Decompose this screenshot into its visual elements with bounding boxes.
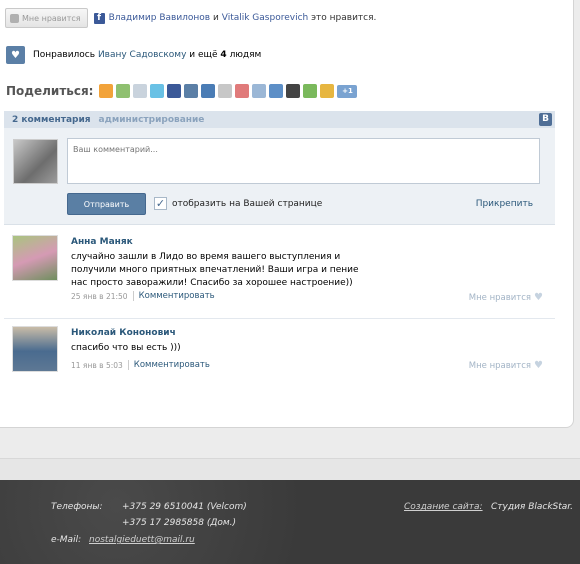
facebook-icon[interactable] <box>167 84 182 98</box>
content-card: Мне нравится f Владимир Вавилонов и Vita… <box>0 0 574 428</box>
heart-icon: ♥ <box>534 292 543 303</box>
thumbs-up-icon <box>10 13 19 23</box>
comment-like-label: Мне нравится <box>468 360 532 371</box>
meta-divider <box>127 360 129 370</box>
fb-user-link-2[interactable]: Vitalik Gasporevich <box>222 13 309 23</box>
googlebuzz-icon[interactable] <box>303 84 318 98</box>
comment-input[interactable] <box>67 138 540 184</box>
current-user-avatar <box>13 139 58 184</box>
facebook-like-text: Владимир Вавилонов и Vitalik Gasporevich… <box>109 13 377 23</box>
vk-comments-widget: 2 комментария администрирование B Отправ… <box>4 111 555 225</box>
livejournal-icon[interactable] <box>235 84 250 98</box>
comment-divider <box>4 318 555 319</box>
vk-like-user-link[interactable]: Ивану Садовскому <box>98 50 186 60</box>
liveinternet-icon[interactable] <box>252 84 267 98</box>
rss-icon[interactable] <box>99 84 114 98</box>
comment-avatar[interactable] <box>12 235 58 281</box>
vk-like-bar: ♥ Понравилось Ивану Садовскому и ещё 4 л… <box>6 46 261 64</box>
vk-like-suffix: людям <box>229 50 262 60</box>
site-footer: Телефоны: +375 29 6510041 (Velcom) +375 … <box>0 480 580 564</box>
delicious-icon[interactable] <box>286 84 301 98</box>
comment-text: спасибо что вы есть ))) <box>71 343 181 353</box>
send-button[interactable]: Отправить <box>67 193 146 215</box>
phone-label: Телефоны: <box>51 502 103 512</box>
facebook-icon: f <box>93 12 105 24</box>
attach-link[interactable]: Прикрепить <box>476 199 533 209</box>
show-on-page-checkbox[interactable]: ✓ отобразить на Вашей странице <box>154 197 322 210</box>
reply-link[interactable]: Комментировать <box>139 291 215 301</box>
site-credit-value: Студия BlackStar. <box>491 502 574 512</box>
vk-like-middle: и ещё <box>189 50 218 60</box>
comment-like[interactable]: Мне нравится ♥ <box>469 292 543 303</box>
myworld-icon[interactable] <box>201 84 216 98</box>
comment-author[interactable]: Анна Маняк <box>71 237 133 247</box>
vk-like-button[interactable]: ♥ <box>6 46 25 64</box>
comment-item: Николай Кононович спасибо что вы есть ))… <box>4 326 555 386</box>
vk-like-count: 4 <box>220 50 227 60</box>
reply-link[interactable]: Комментировать <box>134 360 210 370</box>
checkmark-icon[interactable]: ✓ <box>154 197 167 210</box>
comment-avatar[interactable] <box>12 326 58 372</box>
share-label: Поделиться: <box>6 84 94 98</box>
mailru-icon[interactable] <box>269 84 284 98</box>
comment-item: Анна Маняк случайно зашли в Лидо во врем… <box>4 235 555 315</box>
site-credit-link[interactable]: Создание сайта: <box>404 502 483 512</box>
vkontakte-icon[interactable] <box>184 84 199 98</box>
share-icon[interactable] <box>116 84 131 98</box>
comment-meta: 25 янв в 21:50 Комментировать <box>71 291 215 301</box>
windows-live-icon[interactable] <box>320 84 335 98</box>
fb-user-link-1[interactable]: Владимир Вавилонов <box>109 13 211 23</box>
facebook-like-label: Мне нравится <box>22 13 81 23</box>
twitter-icon[interactable] <box>150 84 165 98</box>
email-link[interactable]: nostalgieduett@mail.ru <box>89 535 195 545</box>
checkbox-label: отобразить на Вашей странице <box>172 198 323 209</box>
fb-and-text: и <box>213 13 219 23</box>
comment-like[interactable]: Мне нравится ♥ <box>469 360 543 371</box>
odnoklassniki-icon[interactable] <box>218 84 233 98</box>
vk-logo-icon: B <box>539 113 552 126</box>
meta-divider <box>132 291 134 301</box>
footer-band <box>0 458 580 480</box>
facebook-like-button[interactable]: Мне нравится <box>5 8 88 28</box>
comment-date[interactable]: 11 янв в 5:03 <box>71 361 123 370</box>
facebook-like-bar: Мне нравится f Владимир Вавилонов и Vita… <box>5 8 376 28</box>
phone-2: +375 17 2985858 (Дом.) <box>122 518 237 528</box>
comments-count[interactable]: 2 комментария <box>12 115 91 125</box>
heart-icon: ♥ <box>534 360 543 371</box>
mail-icon[interactable] <box>133 84 148 98</box>
phone-1: +375 29 6510041 (Velcom) <box>122 502 247 512</box>
email-label: e-Mail: <box>51 535 82 545</box>
comment-meta: 11 янв в 5:03 Комментировать <box>71 360 210 370</box>
comment-date[interactable]: 25 янв в 21:50 <box>71 292 128 301</box>
share-bar: Поделиться: +1 <box>6 84 358 98</box>
comment-author[interactable]: Николай Кононович <box>71 328 176 338</box>
google-plus-icon[interactable]: +1 <box>337 84 358 98</box>
admin-link[interactable]: администрирование <box>99 115 205 125</box>
fb-suffix-text: это нравится. <box>311 13 377 23</box>
comments-header: 2 комментария администрирование B <box>4 111 555 128</box>
comment-like-label: Мне нравится <box>468 292 532 303</box>
heart-icon: ♥ <box>11 49 20 61</box>
vk-like-prefix: Понравилось <box>33 50 96 60</box>
comment-text: случайно зашли в Лидо во время вашего вы… <box>71 252 359 288</box>
